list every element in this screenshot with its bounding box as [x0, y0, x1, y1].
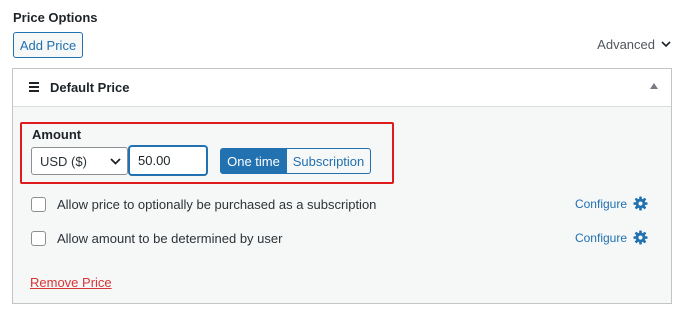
price-panel: Default Price Amount USD ($) One time Su…	[12, 68, 672, 304]
price-options-page: Price Options Add Price Advanced Default…	[0, 0, 680, 314]
gear-icon	[633, 196, 648, 211]
advanced-toggle[interactable]: Advanced	[597, 37, 671, 52]
configure-user-amount-link[interactable]: Configure	[575, 230, 648, 245]
amount-input[interactable]	[129, 146, 207, 175]
subscription-button[interactable]: Subscription	[287, 148, 371, 174]
option-row-user-amount: Allow amount to be determined by user	[31, 231, 282, 246]
currency-select[interactable]: USD ($)	[31, 147, 128, 175]
chevron-down-icon	[661, 41, 671, 48]
one-time-button[interactable]: One time	[220, 148, 287, 174]
option-row-subscription: Allow price to optionally be purchased a…	[31, 197, 376, 212]
triangle-up-icon[interactable]	[650, 83, 658, 89]
chevron-down-icon	[110, 158, 121, 165]
configure-label: Configure	[574, 196, 627, 211]
currency-value: USD ($)	[40, 153, 87, 169]
subscription-checkbox[interactable]	[31, 197, 46, 212]
user-amount-checkbox[interactable]	[31, 231, 46, 246]
subscription-option-label: Allow price to optionally be purchased a…	[57, 197, 377, 212]
configure-label: Configure	[574, 230, 627, 245]
price-panel-header[interactable]: Default Price	[13, 69, 671, 107]
user-amount-option-label: Allow amount to be determined by user	[57, 231, 283, 246]
advanced-label: Advanced	[597, 37, 655, 52]
drag-handle-icon[interactable]	[29, 82, 39, 92]
amount-label: Amount	[32, 127, 82, 142]
configure-subscription-link[interactable]: Configure	[575, 196, 648, 211]
add-price-button[interactable]: Add Price	[13, 32, 83, 58]
remove-price-link[interactable]: Remove Price	[30, 275, 112, 290]
section-title: Price Options	[13, 10, 98, 25]
price-title: Default Price	[50, 80, 130, 95]
price-type-toggle: One time Subscription	[220, 148, 371, 174]
gear-icon	[633, 230, 648, 245]
